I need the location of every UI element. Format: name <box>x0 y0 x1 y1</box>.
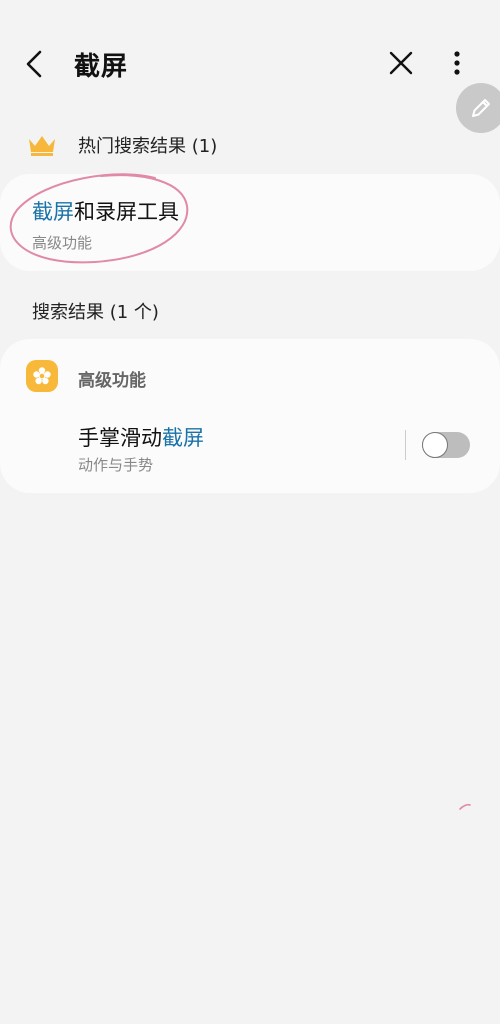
result-title-rest: 和录屏工具 <box>74 200 179 224</box>
setting-title-prefix: 手掌滑动 <box>78 426 162 450</box>
palm-swipe-toggle[interactable] <box>422 432 470 458</box>
gear-icon <box>33 367 51 385</box>
search-highlight: 截屏 <box>32 200 74 224</box>
popular-result-subtitle: 高级功能 <box>32 234 93 252</box>
toggle-knob <box>422 432 448 458</box>
divider <box>405 430 406 460</box>
more-options-button[interactable] <box>444 46 470 80</box>
edit-floating-button[interactable] <box>456 83 500 133</box>
close-icon <box>389 51 413 75</box>
setting-item-title[interactable]: 手掌滑动截屏 <box>78 422 204 452</box>
page-title: 截屏 <box>74 52 129 82</box>
search-result-card <box>0 339 500 493</box>
search-highlight: 截屏 <box>162 426 204 450</box>
back-button[interactable] <box>18 46 54 82</box>
more-vertical-icon <box>454 51 460 75</box>
pink-annotation-mark <box>459 803 471 810</box>
setting-item-subtitle: 动作与手势 <box>78 456 154 474</box>
pencil-icon <box>472 99 490 117</box>
search-results-heading: 搜索结果 (1 个) <box>32 302 159 323</box>
crown-icon <box>29 136 55 156</box>
popular-results-label: 热门搜索结果 (1) <box>78 136 218 157</box>
close-button[interactable] <box>384 46 418 80</box>
popular-results-heading: 热门搜索结果 (1) <box>26 132 217 158</box>
popular-result-title[interactable]: 截屏和录屏工具 <box>32 196 179 226</box>
category-icon-badge <box>26 360 58 392</box>
back-arrow-icon <box>26 50 42 78</box>
category-label: 高级功能 <box>78 371 146 391</box>
top-bar: 截屏 <box>0 0 500 130</box>
